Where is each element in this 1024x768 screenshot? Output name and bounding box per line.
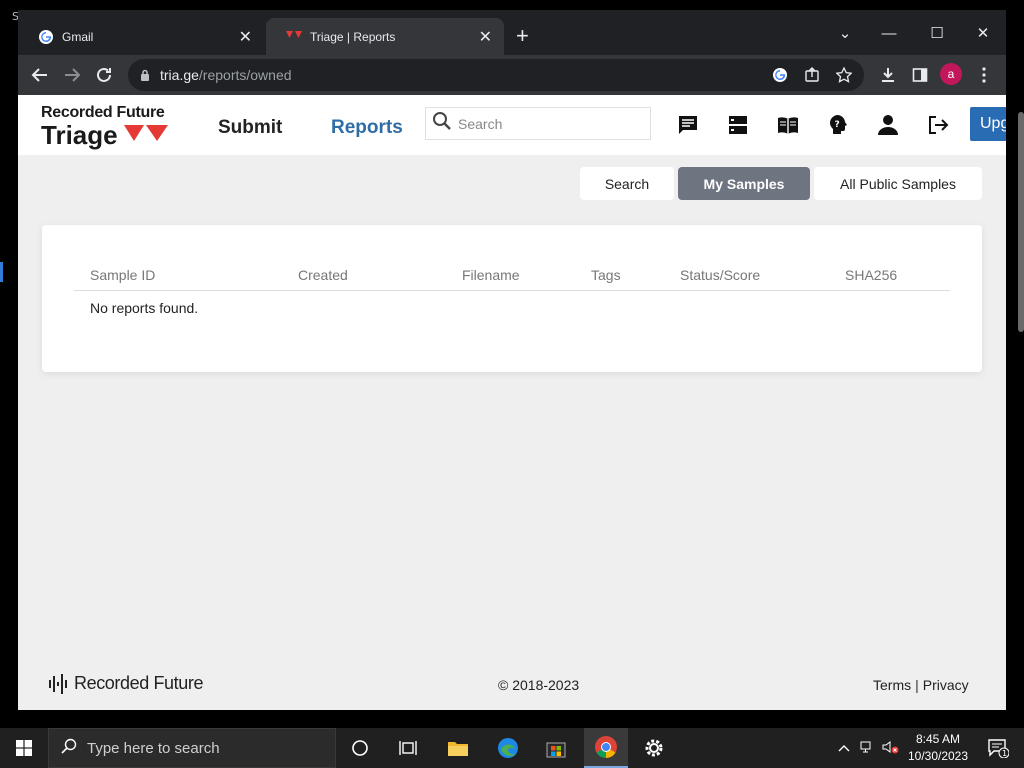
profile-avatar[interactable]: a (940, 63, 962, 85)
side-panel-icon[interactable] (908, 63, 932, 87)
reports-table-card: Sample ID Created Filename Tags Status/S… (42, 225, 982, 372)
filter-all-public-button[interactable]: All Public Samples (814, 167, 982, 200)
filter-search-button[interactable]: Search (580, 167, 674, 200)
logout-icon[interactable] (926, 113, 950, 137)
svg-text:?: ? (835, 120, 840, 130)
triage-chevron-icon (123, 125, 168, 141)
tab-title: Triage | Reports (310, 29, 396, 44)
chat-icon[interactable] (676, 113, 700, 137)
tab-search-icon[interactable]: ⌄ (822, 18, 868, 48)
terms-link[interactable]: Terms (873, 677, 911, 693)
help-icon[interactable]: ? (826, 113, 850, 137)
search-input[interactable] (458, 115, 638, 132)
new-tab-icon[interactable]: + (516, 24, 529, 48)
taskbar-clock[interactable]: 8:45 AM 10/30/2023 (902, 731, 974, 765)
google-icon (38, 29, 54, 45)
forward-icon[interactable] (60, 63, 84, 87)
system-tray (838, 728, 900, 768)
search-icon (61, 738, 77, 759)
google-lens-icon[interactable] (768, 63, 792, 87)
column-header[interactable]: SHA256 (845, 267, 897, 283)
edge-icon[interactable] (488, 728, 528, 768)
triage-logo[interactable]: Recorded Future Triage (41, 104, 168, 148)
taskbar-search-input[interactable] (87, 739, 327, 757)
back-icon[interactable] (28, 63, 52, 87)
column-header[interactable]: Status/Score (680, 267, 760, 283)
user-icon[interactable] (876, 113, 900, 137)
footer-logo[interactable]: Recorded Future (48, 673, 203, 694)
reload-icon[interactable] (92, 63, 116, 87)
windows-taskbar: 8:45 AM 10/30/2023 1 (0, 728, 1024, 768)
tab-title: Gmail (62, 29, 94, 44)
file-explorer-icon[interactable] (438, 728, 478, 768)
filter-my-samples-button[interactable]: My Samples (678, 167, 810, 200)
task-view-icon[interactable] (340, 728, 380, 768)
notification-count: 1 (1002, 749, 1007, 758)
network-icon[interactable] (860, 740, 876, 757)
search-icon (432, 111, 452, 136)
tab-strip: Gmail ✕ Triage | Reports ✕ + ⌄ — ☐ ✕ (18, 10, 1006, 55)
recorded-future-icon (49, 673, 67, 694)
volume-muted-icon[interactable] (882, 740, 900, 757)
share-icon[interactable] (800, 63, 824, 87)
nav-reports[interactable]: Reports (331, 117, 403, 139)
windows-start-icon[interactable] (4, 728, 44, 768)
site-footer: Recorded Future © 2018-2023 Terms | Privac… (18, 665, 1006, 710)
maximize-icon[interactable]: ☐ (914, 18, 960, 48)
upgrade-button[interactable]: Upg (970, 107, 1006, 141)
empty-state-message: No reports found. (90, 300, 199, 316)
column-header[interactable]: Sample ID (90, 267, 155, 283)
column-header[interactable]: Created (298, 267, 348, 283)
url-text: tria.ge/reports/owned (160, 67, 292, 83)
browser-window: Gmail ✕ Triage | Reports ✕ + ⌄ — ☐ ✕ tri… (18, 10, 1006, 710)
tab-gmail[interactable]: Gmail ✕ (18, 18, 264, 55)
column-header[interactable]: Tags (591, 267, 621, 283)
lock-icon[interactable] (140, 69, 150, 81)
column-header[interactable]: Filename (462, 267, 520, 283)
settings-gear-icon[interactable] (634, 728, 674, 768)
copyright-text: © 2018-2023 (498, 677, 580, 693)
table-header: Sample ID Created Filename Tags Status/S… (74, 265, 950, 291)
triage-page: Recorded Future Triage Submit Reports Se… (18, 95, 1006, 710)
notification-icon[interactable]: 1 (978, 728, 1018, 768)
chrome-taskbar-icon[interactable] (584, 728, 628, 768)
download-icon[interactable] (876, 63, 900, 87)
menu-kebab-icon[interactable] (972, 63, 996, 87)
desktop-right-edge (1006, 0, 1024, 728)
privacy-link[interactable]: Privacy (923, 677, 969, 693)
minimize-icon[interactable]: — (866, 18, 912, 48)
server-icon[interactable] (726, 113, 750, 137)
close-tab-icon[interactable]: ✕ (479, 27, 492, 47)
widgets-icon[interactable] (388, 728, 428, 768)
close-window-icon[interactable]: ✕ (960, 18, 1006, 48)
nav-submit[interactable]: Submit (218, 117, 282, 139)
site-header: Recorded Future Triage Submit Reports Se… (18, 95, 1006, 155)
tab-triage-reports[interactable]: Triage | Reports ✕ (266, 18, 504, 55)
chevron-up-icon[interactable] (838, 741, 850, 755)
bookmark-star-icon[interactable] (832, 63, 856, 87)
microsoft-store-icon[interactable] (536, 728, 576, 768)
desktop-left-edge: S (0, 0, 19, 728)
address-bar[interactable]: tria.ge/reports/owned (128, 59, 864, 91)
taskbar-search[interactable] (48, 728, 336, 768)
close-tab-icon[interactable]: ✕ (239, 27, 252, 47)
book-icon[interactable] (776, 113, 800, 137)
triage-icon (286, 29, 302, 45)
browser-toolbar: tria.ge/reports/owned a (18, 55, 1006, 95)
header-search[interactable] (425, 107, 651, 140)
page-scrollbar[interactable] (1018, 112, 1024, 332)
